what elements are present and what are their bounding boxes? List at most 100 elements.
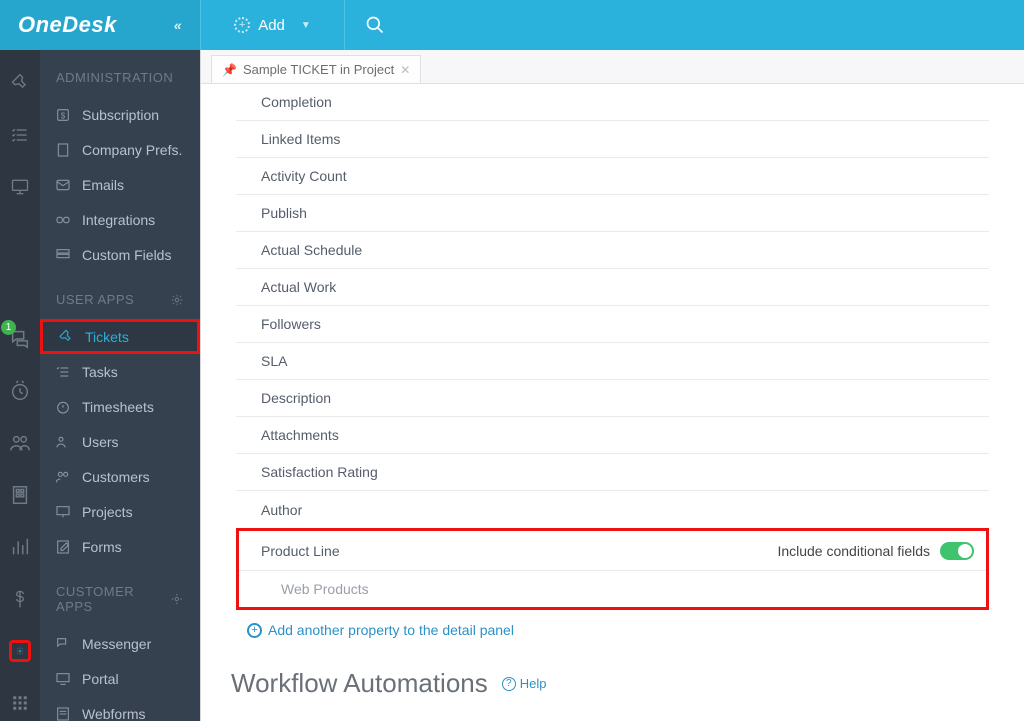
sidebar-item-customers[interactable]: Customers bbox=[40, 459, 200, 494]
sidebar-item-label: Tickets bbox=[85, 329, 129, 345]
sidebar-item-integrations[interactable]: Integrations bbox=[40, 202, 200, 237]
field-row[interactable]: Actual Schedule bbox=[236, 232, 989, 269]
mail-icon bbox=[54, 176, 72, 194]
chat-icon bbox=[54, 635, 72, 653]
field-label: Linked Items bbox=[261, 131, 340, 147]
sidebar-item-label: Company Prefs. bbox=[82, 142, 182, 158]
chevron-down-icon: ▼ bbox=[301, 20, 311, 31]
field-row[interactable]: Satisfaction Rating bbox=[236, 454, 989, 491]
svg-text:$: $ bbox=[61, 111, 66, 120]
field-row[interactable]: SLA bbox=[236, 343, 989, 380]
top-bar: OneDesk « + Add ▼ bbox=[0, 0, 1024, 50]
rail-analytics-icon[interactable] bbox=[9, 536, 31, 558]
monitor-icon bbox=[54, 670, 72, 688]
conditional-subfield-row[interactable]: Web Products bbox=[239, 571, 986, 607]
badge: 1 bbox=[1, 320, 16, 335]
sidebar-item-messenger[interactable]: Messenger bbox=[40, 626, 200, 661]
plus-circle-icon: + bbox=[247, 623, 262, 638]
rail-clock-icon[interactable] bbox=[9, 380, 31, 402]
main-area: 📌 Sample TICKET in Project ✕ Completion … bbox=[200, 50, 1024, 721]
sidebar-item-label: Messenger bbox=[82, 636, 151, 652]
sidebar-item-portal[interactable]: Portal bbox=[40, 661, 200, 696]
forms-icon bbox=[54, 538, 72, 556]
rail-settings-icon[interactable] bbox=[9, 640, 31, 662]
field-row[interactable]: Followers bbox=[236, 306, 989, 343]
field-row[interactable]: Linked Items bbox=[236, 121, 989, 158]
help-icon: ? bbox=[502, 677, 516, 691]
section-title: Workflow Automations bbox=[231, 668, 488, 699]
sidebar-item-tasks[interactable]: Tasks bbox=[40, 354, 200, 389]
tab-sample-ticket[interactable]: 📌 Sample TICKET in Project ✕ bbox=[211, 55, 421, 83]
rail-tasks-icon[interactable] bbox=[9, 124, 31, 146]
field-label: Satisfaction Rating bbox=[261, 464, 378, 480]
field-label: Completion bbox=[261, 94, 332, 110]
add-property-label: Add another property to the detail panel bbox=[268, 622, 514, 638]
sidebar-item-projects[interactable]: Projects bbox=[40, 494, 200, 529]
fields-icon bbox=[54, 246, 72, 264]
sidebar-item-custom-fields[interactable]: Custom Fields bbox=[40, 237, 200, 272]
rail-screen-icon[interactable] bbox=[9, 176, 31, 198]
sidebar-item-label: Emails bbox=[82, 177, 124, 193]
workflow-automations-heading: Workflow Automations ? Help bbox=[231, 668, 1024, 699]
conditional-fields-label: Include conditional fields bbox=[777, 543, 930, 559]
checklist-icon bbox=[54, 363, 72, 381]
field-row[interactable]: Attachments bbox=[236, 417, 989, 454]
rail-finance-icon[interactable] bbox=[9, 588, 31, 610]
sidebar-item-subscription[interactable]: $ Subscription bbox=[40, 97, 200, 132]
icon-rail: 1 bbox=[0, 50, 40, 721]
sidebar-item-users[interactable]: Users bbox=[40, 424, 200, 459]
users-icon bbox=[54, 433, 72, 451]
field-label: Product Line bbox=[261, 543, 340, 559]
sidebar-item-label: Custom Fields bbox=[82, 247, 171, 263]
rail-apps-icon[interactable] bbox=[9, 692, 31, 714]
field-row[interactable]: Activity Count bbox=[236, 158, 989, 195]
rail-pin-icon[interactable] bbox=[9, 72, 31, 94]
building-icon bbox=[54, 141, 72, 159]
sidebar-item-label: Webforms bbox=[82, 706, 146, 721]
gear-icon[interactable] bbox=[170, 592, 184, 606]
sidebar-item-timesheets[interactable]: Timesheets bbox=[40, 389, 200, 424]
sidebar-item-label: Tasks bbox=[82, 364, 118, 380]
tab-title: Sample TICKET in Project bbox=[243, 62, 394, 77]
sidebar-item-label: Integrations bbox=[82, 212, 155, 228]
search-button[interactable] bbox=[345, 15, 405, 35]
sidebar-item-label: Subscription bbox=[82, 107, 159, 123]
sidebar-item-label: Customers bbox=[82, 469, 150, 485]
plus-icon: + bbox=[234, 17, 250, 33]
add-button[interactable]: + Add ▼ bbox=[200, 0, 345, 50]
logo: OneDesk « bbox=[0, 0, 200, 50]
tab-bar: 📌 Sample TICKET in Project ✕ bbox=[201, 50, 1024, 84]
gear-icon[interactable] bbox=[170, 293, 184, 307]
field-list: Completion Linked Items Activity Count P… bbox=[236, 84, 989, 528]
dollar-icon: $ bbox=[54, 106, 72, 124]
help-link[interactable]: ? Help bbox=[502, 676, 547, 691]
field-row[interactable]: Publish bbox=[236, 195, 989, 232]
sidebar-collapse-icon[interactable]: « bbox=[166, 17, 190, 33]
field-label: Actual Schedule bbox=[261, 242, 362, 258]
field-row[interactable]: Description bbox=[236, 380, 989, 417]
sidebar-item-company[interactable]: Company Prefs. bbox=[40, 132, 200, 167]
add-property-button[interactable]: + Add another property to the detail pan… bbox=[247, 622, 1024, 638]
rail-messages-icon[interactable]: 1 bbox=[9, 328, 31, 350]
sidebar-item-emails[interactable]: Emails bbox=[40, 167, 200, 202]
sidebar-item-forms[interactable]: Forms bbox=[40, 529, 200, 564]
content: Completion Linked Items Activity Count P… bbox=[201, 84, 1024, 721]
add-label: Add bbox=[258, 17, 285, 34]
close-icon[interactable]: ✕ bbox=[400, 63, 410, 77]
conditional-fields-toggle[interactable] bbox=[940, 542, 974, 560]
product-line-row[interactable]: Product Line Include conditional fields bbox=[239, 531, 986, 571]
search-icon bbox=[365, 15, 385, 35]
help-label: Help bbox=[520, 676, 547, 691]
field-row[interactable]: Actual Work bbox=[236, 269, 989, 306]
sidebar-item-tickets[interactable]: Tickets bbox=[40, 319, 200, 354]
field-row[interactable]: Author bbox=[236, 491, 989, 528]
field-label: Actual Work bbox=[261, 279, 336, 295]
field-row[interactable]: Completion bbox=[236, 84, 989, 121]
sidebar-item-webforms[interactable]: Webforms bbox=[40, 696, 200, 721]
highlighted-field-product-line: Product Line Include conditional fields … bbox=[236, 528, 989, 610]
field-label: Description bbox=[261, 390, 331, 406]
rail-projects-icon[interactable] bbox=[9, 484, 31, 506]
customers-icon bbox=[54, 468, 72, 486]
rail-users-icon[interactable] bbox=[9, 432, 31, 454]
field-label: Author bbox=[261, 502, 302, 518]
